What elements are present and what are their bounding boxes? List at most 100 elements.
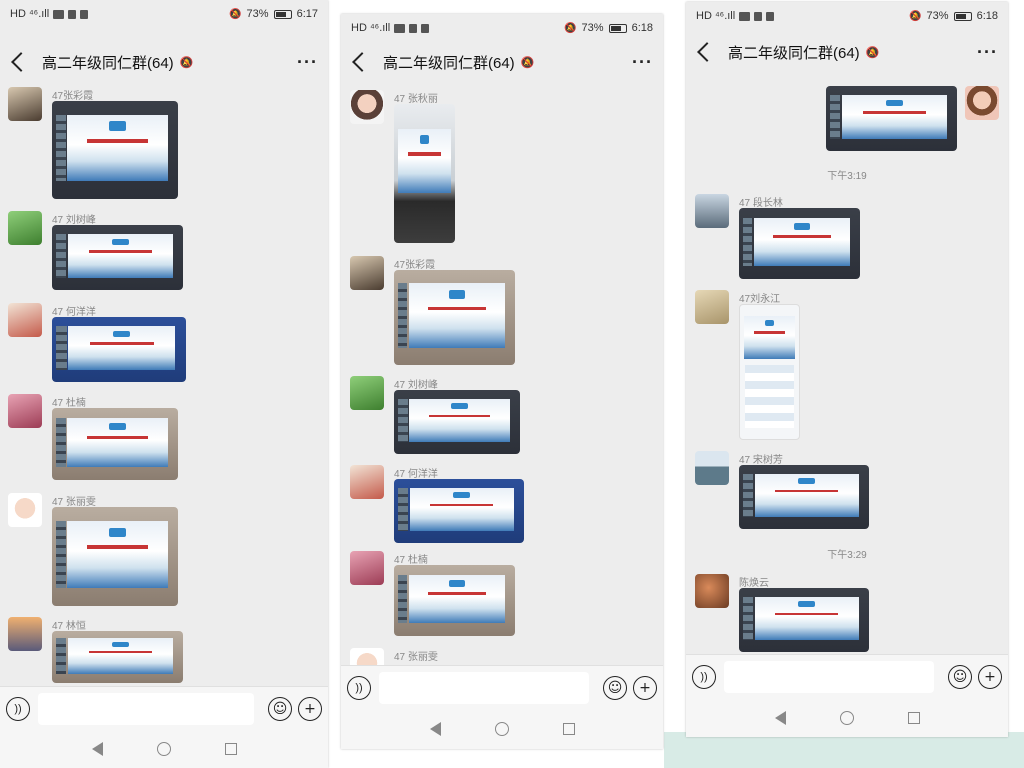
message: 47 何洋洋 <box>8 303 186 382</box>
sender-name: 47张彩霞 <box>394 260 436 271</box>
more-options-icon[interactable]: ··· <box>977 42 998 63</box>
avatar[interactable] <box>350 256 384 290</box>
battery-icon <box>608 23 627 33</box>
signal-icon: HD ⁴⁶.ıll <box>351 22 391 34</box>
nav-recent-icon[interactable] <box>907 711 920 724</box>
time-stamp: 下午3:29 <box>827 550 867 561</box>
sender-name: 47 段长林 <box>739 198 783 209</box>
chat-header: 高二年级同仁群(64) 🔕 ··· <box>686 34 1008 70</box>
message: 47 何洋洋 <box>350 465 524 543</box>
photo-message[interactable] <box>394 390 520 454</box>
mute-bell-icon: 🔕 <box>564 22 577 34</box>
clock: 6:17 <box>296 8 318 20</box>
clock: 6:18 <box>976 10 998 22</box>
sender-name: 47 宋树芳 <box>739 455 783 466</box>
plus-icon[interactable]: + <box>978 664 1002 689</box>
clock: 6:18 <box>631 22 653 34</box>
chat-notification-icon <box>754 11 763 21</box>
plus-icon[interactable]: + <box>298 696 322 721</box>
sender-name: 47张彩霞 <box>52 91 94 102</box>
photo-message[interactable] <box>52 507 178 606</box>
nav-back-icon[interactable] <box>429 722 441 736</box>
chat-notification-icon <box>409 23 418 33</box>
own-message <box>826 86 999 151</box>
message: 47张彩霞 <box>350 256 515 365</box>
photo-message[interactable] <box>739 588 869 652</box>
voice-input-icon[interactable]: )) <box>6 696 30 721</box>
avatar[interactable] <box>350 465 384 499</box>
avatar[interactable] <box>8 87 42 121</box>
nav-back-icon[interactable] <box>774 710 786 725</box>
sender-name: 47 刘树峰 <box>52 215 96 226</box>
sender-name: 47刘永江 <box>739 294 781 305</box>
mute-icon: 🔕 <box>865 46 880 59</box>
avatar[interactable] <box>695 290 729 324</box>
photo-message[interactable] <box>826 86 957 151</box>
avatar[interactable] <box>350 90 384 124</box>
chat-title: 高二年级同仁群(64) <box>728 44 860 62</box>
avatar[interactable] <box>350 551 384 585</box>
status-bar: HD ⁴⁶.ıll 🔕 73% 6:18 <box>686 2 1008 30</box>
voice-input-icon[interactable]: )) <box>347 675 371 700</box>
photo-message[interactable] <box>52 101 178 199</box>
avatar[interactable] <box>8 617 42 651</box>
photo-message[interactable] <box>394 270 515 365</box>
emoji-icon[interactable]: ☺ <box>948 664 972 689</box>
sender-name: 47 刘树峰 <box>394 380 438 391</box>
photo-message[interactable] <box>52 317 186 382</box>
message: 47刘永江 <box>695 290 800 440</box>
avatar[interactable] <box>8 303 42 337</box>
photo-message[interactable] <box>739 465 869 529</box>
chat-notification-icon <box>68 9 77 19</box>
battery-icon <box>953 11 972 21</box>
photo-message[interactable] <box>739 304 800 440</box>
avatar[interactable] <box>8 394 42 428</box>
back-icon[interactable] <box>11 52 31 72</box>
avatar[interactable] <box>8 493 42 527</box>
status-bar: HD ⁴⁶.ıll 🔕 73% 6:18 <box>341 14 663 42</box>
photo-message[interactable] <box>394 565 515 636</box>
cloud-icon <box>421 23 430 33</box>
back-icon[interactable] <box>352 52 372 72</box>
photo-message[interactable] <box>52 408 178 480</box>
input-bar: )) ☺ + <box>0 686 328 730</box>
phone-screen-1: HD ⁴⁶.ıll 🔕 73% 6:17 高二年级同仁群(64) 🔕 ··· 4… <box>0 0 328 768</box>
nav-home-icon[interactable] <box>156 742 171 756</box>
avatar[interactable] <box>695 194 729 228</box>
back-icon[interactable] <box>697 42 717 62</box>
photo-message[interactable] <box>52 631 183 683</box>
cloud-icon <box>766 11 775 21</box>
photo-message[interactable] <box>394 479 524 543</box>
avatar[interactable] <box>8 211 42 245</box>
nav-home-icon[interactable] <box>839 710 854 725</box>
sender-name: 47 何洋洋 <box>394 469 438 480</box>
more-options-icon[interactable]: ··· <box>632 52 653 73</box>
nav-back-icon[interactable] <box>91 742 103 756</box>
battery-percent: 73% <box>246 8 269 20</box>
plus-icon[interactable]: + <box>633 675 657 700</box>
photo-message[interactable] <box>394 104 455 243</box>
emoji-icon[interactable]: ☺ <box>268 696 292 721</box>
battery-percent: 73% <box>926 10 949 22</box>
sender-name: 47 张丽雯 <box>394 652 438 663</box>
nav-recent-icon[interactable] <box>224 743 237 755</box>
message-input[interactable] <box>38 692 254 725</box>
voice-input-icon[interactable]: )) <box>692 664 716 689</box>
nav-home-icon[interactable] <box>494 722 509 736</box>
nav-recent-icon[interactable] <box>562 723 575 735</box>
avatar[interactable] <box>965 86 999 120</box>
emoji-icon[interactable]: ☺ <box>603 675 627 700</box>
avatar[interactable] <box>350 376 384 410</box>
message-input[interactable] <box>379 671 589 704</box>
more-options-icon[interactable]: ··· <box>297 52 318 73</box>
wifi-icon <box>739 11 751 21</box>
message-input[interactable] <box>724 660 934 693</box>
avatar[interactable] <box>695 574 729 608</box>
message: 47 刘树峰 <box>350 376 520 454</box>
avatar[interactable] <box>695 451 729 485</box>
photo-message[interactable] <box>739 208 860 279</box>
message: 47 宋树芳 <box>695 451 869 529</box>
wifi-icon <box>394 23 406 33</box>
photo-message[interactable] <box>52 225 183 290</box>
message: 47 张丽雯 <box>8 493 178 606</box>
